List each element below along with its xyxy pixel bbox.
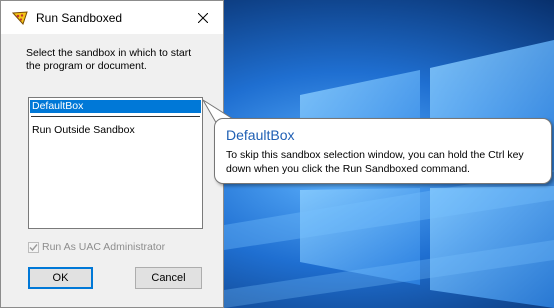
close-icon xyxy=(198,12,208,23)
ok-button[interactable]: OK xyxy=(28,267,93,289)
run-sandboxed-dialog: Run Sandboxed Select the sandbox in whic… xyxy=(0,0,224,308)
list-item-defaultbox[interactable]: DefaultBox xyxy=(30,100,201,113)
title-bar[interactable]: Run Sandboxed xyxy=(1,1,223,34)
checkmark-icon xyxy=(29,243,38,251)
sandbox-tooltip: DefaultBox To skip this sandbox selectio… xyxy=(214,118,552,184)
dialog-title: Run Sandboxed xyxy=(36,11,123,25)
uac-admin-checkbox[interactable] xyxy=(28,241,39,253)
sandbox-list[interactable]: DefaultBox Run Outside Sandbox xyxy=(28,97,203,229)
tooltip-title: DefaultBox xyxy=(226,127,295,143)
cancel-button[interactable]: Cancel xyxy=(135,267,202,289)
list-separator xyxy=(31,116,200,117)
close-button[interactable] xyxy=(183,1,223,34)
tooltip-body: To skip this sandbox selection window, y… xyxy=(226,149,524,175)
uac-admin-option[interactable]: Run As UAC Administrator xyxy=(28,241,165,253)
sandbox-prompt: Select the sandbox in which to start the… xyxy=(26,47,192,72)
sandboxie-icon xyxy=(11,11,28,25)
uac-admin-label: Run As UAC Administrator xyxy=(42,241,166,253)
list-item-run-outside-sandbox[interactable]: Run Outside Sandbox xyxy=(30,124,135,137)
